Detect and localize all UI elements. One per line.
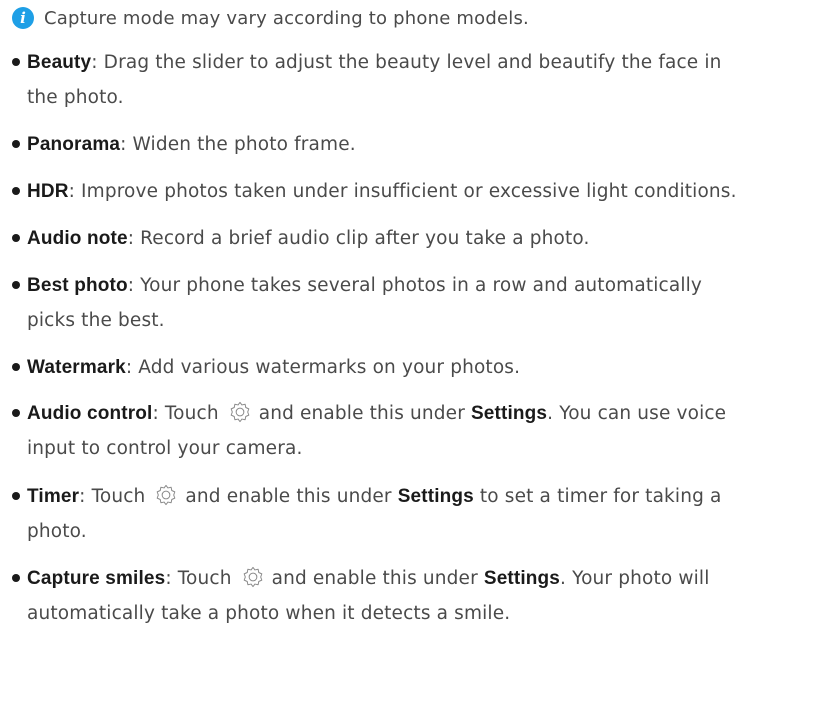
- list-item-timer: Timer: Touch and enable this under Settin…: [12, 479, 807, 549]
- bullet: [12, 281, 20, 289]
- desc-timer-pre: : Touch: [79, 486, 146, 507]
- desc-best-photo: : Your phone takes several photos in a r…: [127, 275, 703, 296]
- settings-keyword: Settings: [470, 403, 548, 424]
- list-item-capture-smiles: Capture smiles: Touch and enable this und…: [12, 561, 807, 631]
- term-audio-note: Audio note: [27, 228, 128, 249]
- list-item-panorama: Panorama: Widen the photo frame.: [12, 127, 807, 162]
- desc-panorama: : Widen the photo frame.: [120, 134, 356, 155]
- bullet: [12, 363, 20, 371]
- bullet: [12, 409, 20, 417]
- desc-audio-control-post: . You can use voice: [547, 403, 727, 424]
- desc-audio-control-cont: input to control your camera.: [27, 438, 303, 459]
- desc-watermark: : Add various watermarks on your photos.: [125, 357, 521, 378]
- list-item-audio-control: Audio control: Touch and enable this unde…: [12, 396, 807, 466]
- term-best-photo: Best photo: [27, 275, 128, 296]
- term-beauty: Beauty: [27, 52, 92, 73]
- desc-beauty-cont: the photo.: [27, 87, 124, 108]
- desc-beauty: : Drag the slider to adjust the beauty l…: [91, 52, 722, 73]
- note-text: Capture mode may vary according to phone…: [44, 7, 529, 29]
- bullet: [12, 187, 20, 195]
- list-item-hdr: HDR: Improve photos taken under insuffic…: [12, 174, 807, 209]
- bullet: [12, 574, 20, 582]
- bullet: [12, 140, 20, 148]
- info-icon: i: [12, 7, 34, 29]
- gear-icon: [155, 484, 177, 506]
- desc-capture-smiles-mid: and enable this under: [271, 568, 478, 589]
- desc-hdr: : Improve photos taken under insufficien…: [68, 181, 737, 202]
- list-item-best-photo: Best photo: Your phone takes several pho…: [12, 268, 807, 338]
- term-panorama: Panorama: [27, 134, 121, 155]
- settings-keyword: Settings: [397, 486, 474, 507]
- term-audio-control: Audio control: [27, 403, 153, 424]
- desc-timer-cont: photo.: [27, 521, 87, 542]
- desc-timer-post: to set a timer for taking a: [473, 486, 722, 507]
- desc-timer-mid: and enable this under: [185, 486, 392, 507]
- list-item-watermark: Watermark: Add various watermarks on you…: [12, 350, 807, 385]
- desc-audio-control-pre: : Touch: [152, 403, 219, 424]
- bullet: [12, 58, 20, 66]
- term-capture-smiles: Capture smiles: [27, 568, 166, 589]
- desc-best-photo-cont: picks the best.: [27, 310, 165, 331]
- camera-modes-page: i Capture mode may vary according to pho…: [0, 0, 814, 724]
- gear-icon: [242, 566, 264, 588]
- term-hdr: HDR: [27, 181, 69, 202]
- gear-icon: [229, 401, 251, 423]
- desc-audio-note: : Record a brief audio clip after you ta…: [127, 228, 590, 249]
- term-timer: Timer: [27, 486, 80, 507]
- settings-keyword: Settings: [483, 568, 561, 589]
- list-item-beauty: Beauty: Drag the slider to adjust the be…: [12, 45, 807, 115]
- term-watermark: Watermark: [27, 357, 126, 378]
- note: i Capture mode may vary according to pho…: [12, 2, 529, 34]
- bullet: [12, 234, 20, 242]
- desc-capture-smiles-pre: : Touch: [165, 568, 232, 589]
- desc-capture-smiles-cont: automatically take a photo when it detec…: [27, 603, 511, 624]
- bullet: [12, 492, 20, 500]
- desc-capture-smiles-post: . Your photo will: [560, 568, 710, 589]
- list-item-audio-note: Audio note: Record a brief audio clip af…: [12, 221, 807, 256]
- desc-audio-control-mid: and enable this under: [258, 403, 465, 424]
